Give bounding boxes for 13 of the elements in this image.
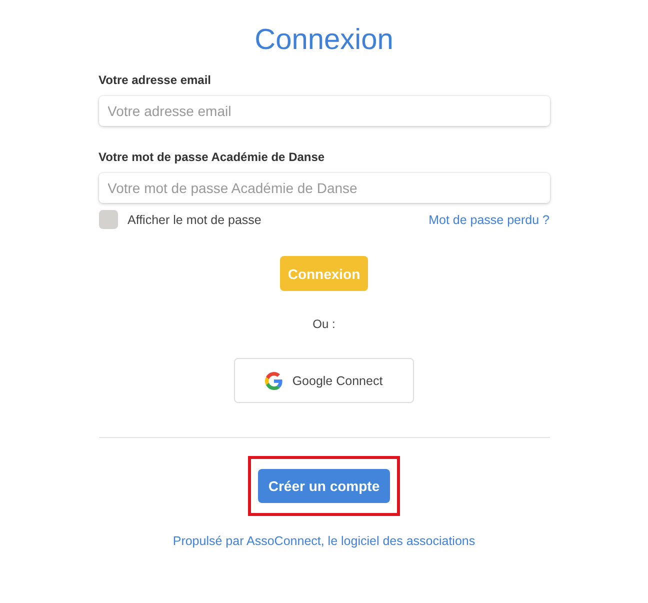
input-field[interactable]: Votre mot de passe Académie de Danse bbox=[98, 173, 550, 203]
google-connect-button[interactable]: Google Connect bbox=[234, 358, 414, 403]
checkbox[interactable] bbox=[98, 210, 118, 229]
page-title: Connexion bbox=[254, 23, 394, 58]
footer-link[interactable]: Propulsé par AssoConnect, le logiciel des associations bbox=[172, 534, 476, 548]
separator-text: Ou : bbox=[312, 317, 336, 331]
field-label: Votre adresse email bbox=[98, 73, 212, 87]
create-account-button[interactable]: Créer un compte bbox=[258, 469, 390, 503]
lost-password-link[interactable]: Mot de passe perdu ? bbox=[428, 212, 550, 226]
field-label: Votre mot de passe Académie de Danse bbox=[98, 150, 326, 164]
input-field[interactable]: Votre adresse email bbox=[98, 96, 550, 126]
google-icon bbox=[265, 372, 284, 390]
checkbox-label: Afficher le mot de passe bbox=[128, 212, 262, 226]
